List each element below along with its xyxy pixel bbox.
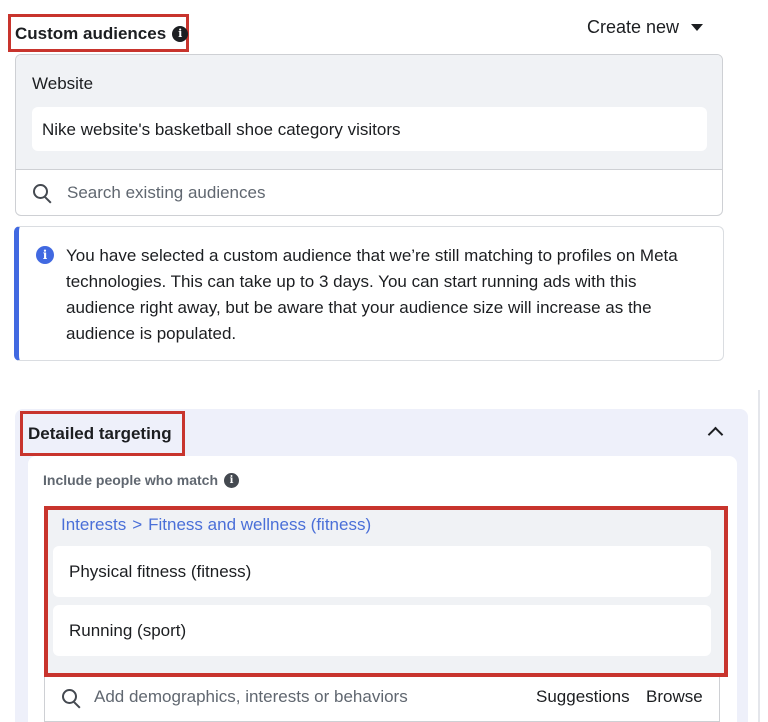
search-existing-audiences-input[interactable]: Search existing audiences xyxy=(16,170,722,215)
add-targeting-search-input[interactable]: Add demographics, interests or behaviors… xyxy=(44,677,720,722)
include-label-row: Include people who match i xyxy=(43,472,240,488)
custom-audience-panel: Website Nike website's basketball shoe c… xyxy=(15,54,723,216)
breadcrumb-interests[interactable]: Interests xyxy=(61,515,126,535)
browse-button[interactable]: Browse xyxy=(646,687,703,707)
search-placeholder: Add demographics, interests or behaviors xyxy=(94,687,408,706)
detailed-targeting-title: Detailed targeting xyxy=(28,424,172,443)
notice-text: You have selected a custom audience that… xyxy=(66,246,678,343)
caret-down-icon xyxy=(691,24,704,31)
search-icon xyxy=(33,184,48,199)
custom-audiences-heading: Custom audiences i xyxy=(15,24,189,44)
custom-audiences-title: Custom audiences xyxy=(15,24,167,43)
matching-notice: i You have selected a custom audience th… xyxy=(14,226,724,361)
breadcrumb-fitness[interactable]: Fitness and wellness (fitness) xyxy=(148,515,371,535)
info-icon: i xyxy=(36,246,54,264)
breadcrumb-separator: > xyxy=(132,515,143,534)
search-icon xyxy=(62,689,77,704)
vertical-divider xyxy=(758,390,760,722)
selected-audience-label: Nike website's basketball shoe category … xyxy=(42,120,401,139)
interest-chip[interactable]: Physical fitness (fitness) xyxy=(53,546,711,597)
create-new-dropdown[interactable]: Create new xyxy=(587,17,704,38)
website-label: Website xyxy=(32,74,94,93)
create-new-label: Create new xyxy=(587,17,680,37)
interest-label: Running (sport) xyxy=(69,621,187,640)
search-placeholder: Search existing audiences xyxy=(67,183,266,202)
suggestions-button[interactable]: Suggestions xyxy=(536,687,630,707)
selected-audience-chip[interactable]: Nike website's basketball shoe category … xyxy=(32,107,707,151)
info-icon[interactable]: i xyxy=(172,26,189,42)
include-label: Include people who match xyxy=(43,472,219,488)
website-section: Website Nike website's basketball shoe c… xyxy=(16,55,722,170)
interest-label: Physical fitness (fitness) xyxy=(69,562,252,581)
info-icon[interactable]: i xyxy=(224,472,240,488)
breadcrumb: Interests > Fitness and wellness (fitnes… xyxy=(61,515,371,535)
interest-chip[interactable]: Running (sport) xyxy=(53,605,711,656)
